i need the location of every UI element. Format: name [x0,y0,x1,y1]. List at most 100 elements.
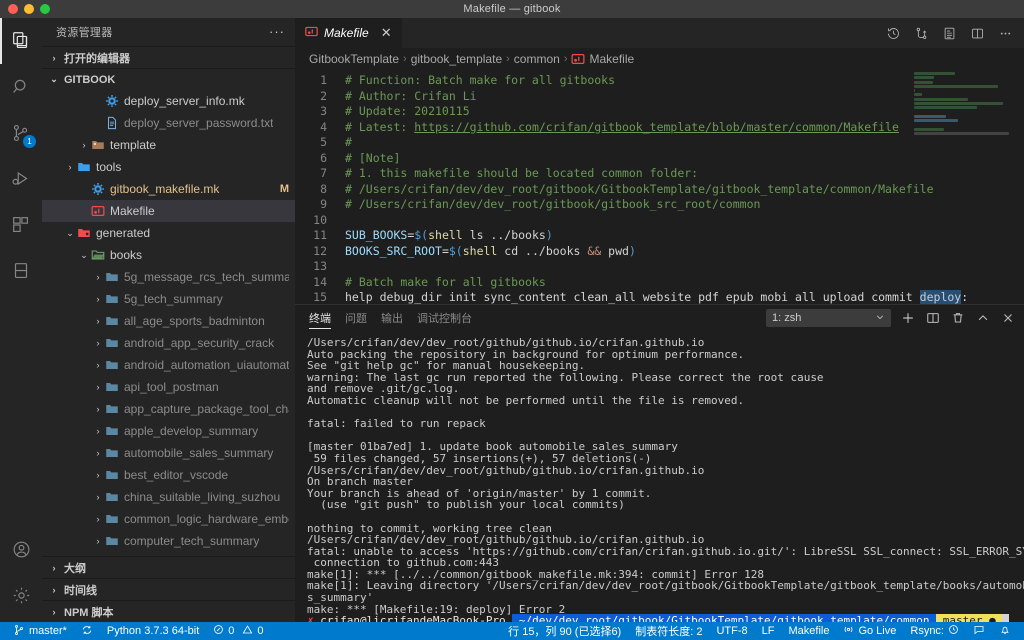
sidebar-section[interactable]: › 大纲 [42,556,295,578]
activity-item-manage[interactable] [0,572,42,618]
chevron-right-icon[interactable]: › [78,140,90,150]
code-text[interactable]: # /Users/crifan/dev/dev_root/gitbook/Git… [341,182,1024,198]
tree-item[interactable]: › china_suitable_living_suzhou [42,486,295,508]
chevron-right-icon[interactable]: › [92,360,104,370]
activity-item-search[interactable] [0,64,42,110]
panel-tab[interactable]: 问题 [345,305,367,331]
tree-item[interactable]: gitbook_makefile.mk M [42,178,295,200]
section-gitbook-root[interactable]: ⌄ GITBOOK [42,68,295,90]
code-text[interactable]: help debug_dir init sync_content clean_a… [341,290,1024,304]
terminal-prompt-line[interactable]: ✗ crifan@licrifandeMacBook-Pro ~/dev/dev… [307,614,1014,622]
split-terminal-icon[interactable] [925,310,941,326]
sidebar-section[interactable]: › 时间线 [42,578,295,600]
close-panel-icon[interactable] [1000,310,1016,326]
status-notifications[interactable] [992,622,1018,640]
chevron-right-icon[interactable]: › [92,294,104,304]
section-open-editors[interactable]: › 打开的编辑器 [42,46,295,68]
code-text[interactable] [341,213,1024,229]
status-eol[interactable]: LF [755,622,782,640]
status-rsync[interactable]: Rsync: [903,622,966,640]
tree-item[interactable]: › android_automation_uiautomator2 [42,354,295,376]
activity-item-remote-explorer[interactable] [0,248,42,294]
breadcrumb-item[interactable]: GitbookTemplate [309,52,399,66]
tree-item[interactable]: ›crack_assistant_xposed_framework [42,552,295,556]
chevron-right-icon[interactable]: › [92,426,104,436]
tree-item[interactable]: ⌄ books [42,244,295,266]
open-preview-icon[interactable] [940,24,958,42]
split-editor-icon[interactable] [968,24,986,42]
tree-item[interactable]: › apple_develop_summary [42,420,295,442]
chevron-right-icon[interactable]: › [92,338,104,348]
activity-item-accounts[interactable] [0,526,42,572]
tree-item[interactable]: › template [42,134,295,156]
terminal-output[interactable]: /Users/crifan/dev/dev_root/github/github… [295,331,1024,622]
tree-item[interactable]: Makefile [42,200,295,222]
tree-item[interactable]: deploy_server_info.mk [42,90,295,112]
tree-item[interactable]: › tools [42,156,295,178]
code-text[interactable]: BOOKS_SRC_ROOT=$(shell cd ../books && pw… [341,244,1024,260]
panel-tab[interactable]: 终端 [309,305,331,331]
terminal-selector[interactable]: 1: zsh [766,309,891,327]
activity-item-explorer[interactable] [0,18,42,64]
status-indentation[interactable]: 制表符长度: 2 [628,622,709,640]
breadcrumb-item[interactable]: gitbook_template [411,52,502,66]
tree-item[interactable]: › api_tool_postman [42,376,295,398]
tab-makefile[interactable]: Makefile ✕ [295,18,403,48]
status-cursor-position[interactable]: 行 15，列 90 (已选择6) [501,622,628,640]
panel-tabs[interactable]: 终端 问题 输出 调试控制台 [309,305,472,331]
sidebar-more-actions-button[interactable]: ··· [269,25,285,38]
status-go-live[interactable]: Go Live [836,622,903,640]
chevron-right-icon[interactable]: › [92,536,104,546]
tree-item[interactable]: › android_app_security_crack [42,332,295,354]
file-tree[interactable]: deploy_server_info.mk deploy_server_passw… [42,90,295,556]
chevron-right-icon[interactable]: › [92,316,104,326]
tree-item[interactable]: ⌄ generated [42,222,295,244]
code-text[interactable]: # 1. this makefile should be located com… [341,166,1024,182]
breadcrumb-item[interactable]: Makefile [571,52,634,66]
status-language-mode[interactable]: Makefile [781,622,836,640]
code-text[interactable] [341,259,1024,275]
code-text[interactable]: # [Note] [341,151,1024,167]
chevron-right-icon[interactable]: › [92,514,104,524]
panel-tab[interactable]: 调试控制台 [417,305,472,331]
code-text[interactable]: # /Users/crifan/dev/dev_root/gitbook/git… [341,197,1024,213]
status-branch[interactable]: master* [6,622,74,640]
source-control-compare-icon[interactable] [912,24,930,42]
code-text[interactable]: # Batch make for all gitbooks [341,275,1024,291]
minimap[interactable] [914,72,1010,142]
status-feedback[interactable] [966,622,992,640]
kill-terminal-icon[interactable] [950,310,966,326]
tree-item[interactable]: › 5g_message_rcs_tech_summary [42,266,295,288]
panel-tab[interactable]: 输出 [381,305,403,331]
tree-item[interactable]: › common_logic_hardware_embedded [42,508,295,530]
tab-close-button[interactable]: ✕ [381,25,392,41]
chevron-right-icon[interactable]: › [92,492,104,502]
status-problems[interactable]: 0 0 [206,622,270,640]
history-icon[interactable] [884,24,902,42]
activity-item-source-control[interactable]: 1 [0,110,42,156]
chevron-right-icon[interactable]: › [92,404,104,414]
tree-item[interactable]: › 5g_tech_summary [42,288,295,310]
chevron-right-icon[interactable]: › [64,162,76,172]
sidebar-section[interactable]: › NPM 脚本 [42,600,295,622]
more-actions-icon[interactable] [996,24,1014,42]
tree-item[interactable]: › all_age_sports_badminton [42,310,295,332]
chevron-down-icon[interactable]: ⌄ [78,250,90,261]
tree-item[interactable]: › app_capture_package_tool_charles [42,398,295,420]
chevron-right-icon[interactable]: › [92,382,104,392]
status-python-interpreter[interactable]: Python 3.7.3 64-bit [100,622,206,640]
maximize-panel-icon[interactable] [975,310,991,326]
chevron-right-icon[interactable]: › [92,470,104,480]
activity-item-extensions[interactable] [0,202,42,248]
activity-item-run-and-debug[interactable] [0,156,42,202]
tree-item[interactable]: › best_editor_vscode [42,464,295,486]
chevron-down-icon[interactable]: ⌄ [64,228,76,239]
chevron-right-icon[interactable]: › [92,272,104,282]
breadcrumb-item[interactable]: common [514,52,560,66]
status-encoding[interactable]: UTF-8 [709,622,754,640]
breadcrumb[interactable]: GitbookTemplate › gitbook_template › common ›… [295,48,1024,70]
chevron-right-icon[interactable]: › [92,448,104,458]
tree-item[interactable]: › automobile_sales_summary [42,442,295,464]
code-text[interactable]: SUB_BOOKS=$(shell ls ../books) [341,228,1024,244]
code-editor[interactable]: 1 # Function: Batch make for all gitbooks… [295,70,1024,304]
